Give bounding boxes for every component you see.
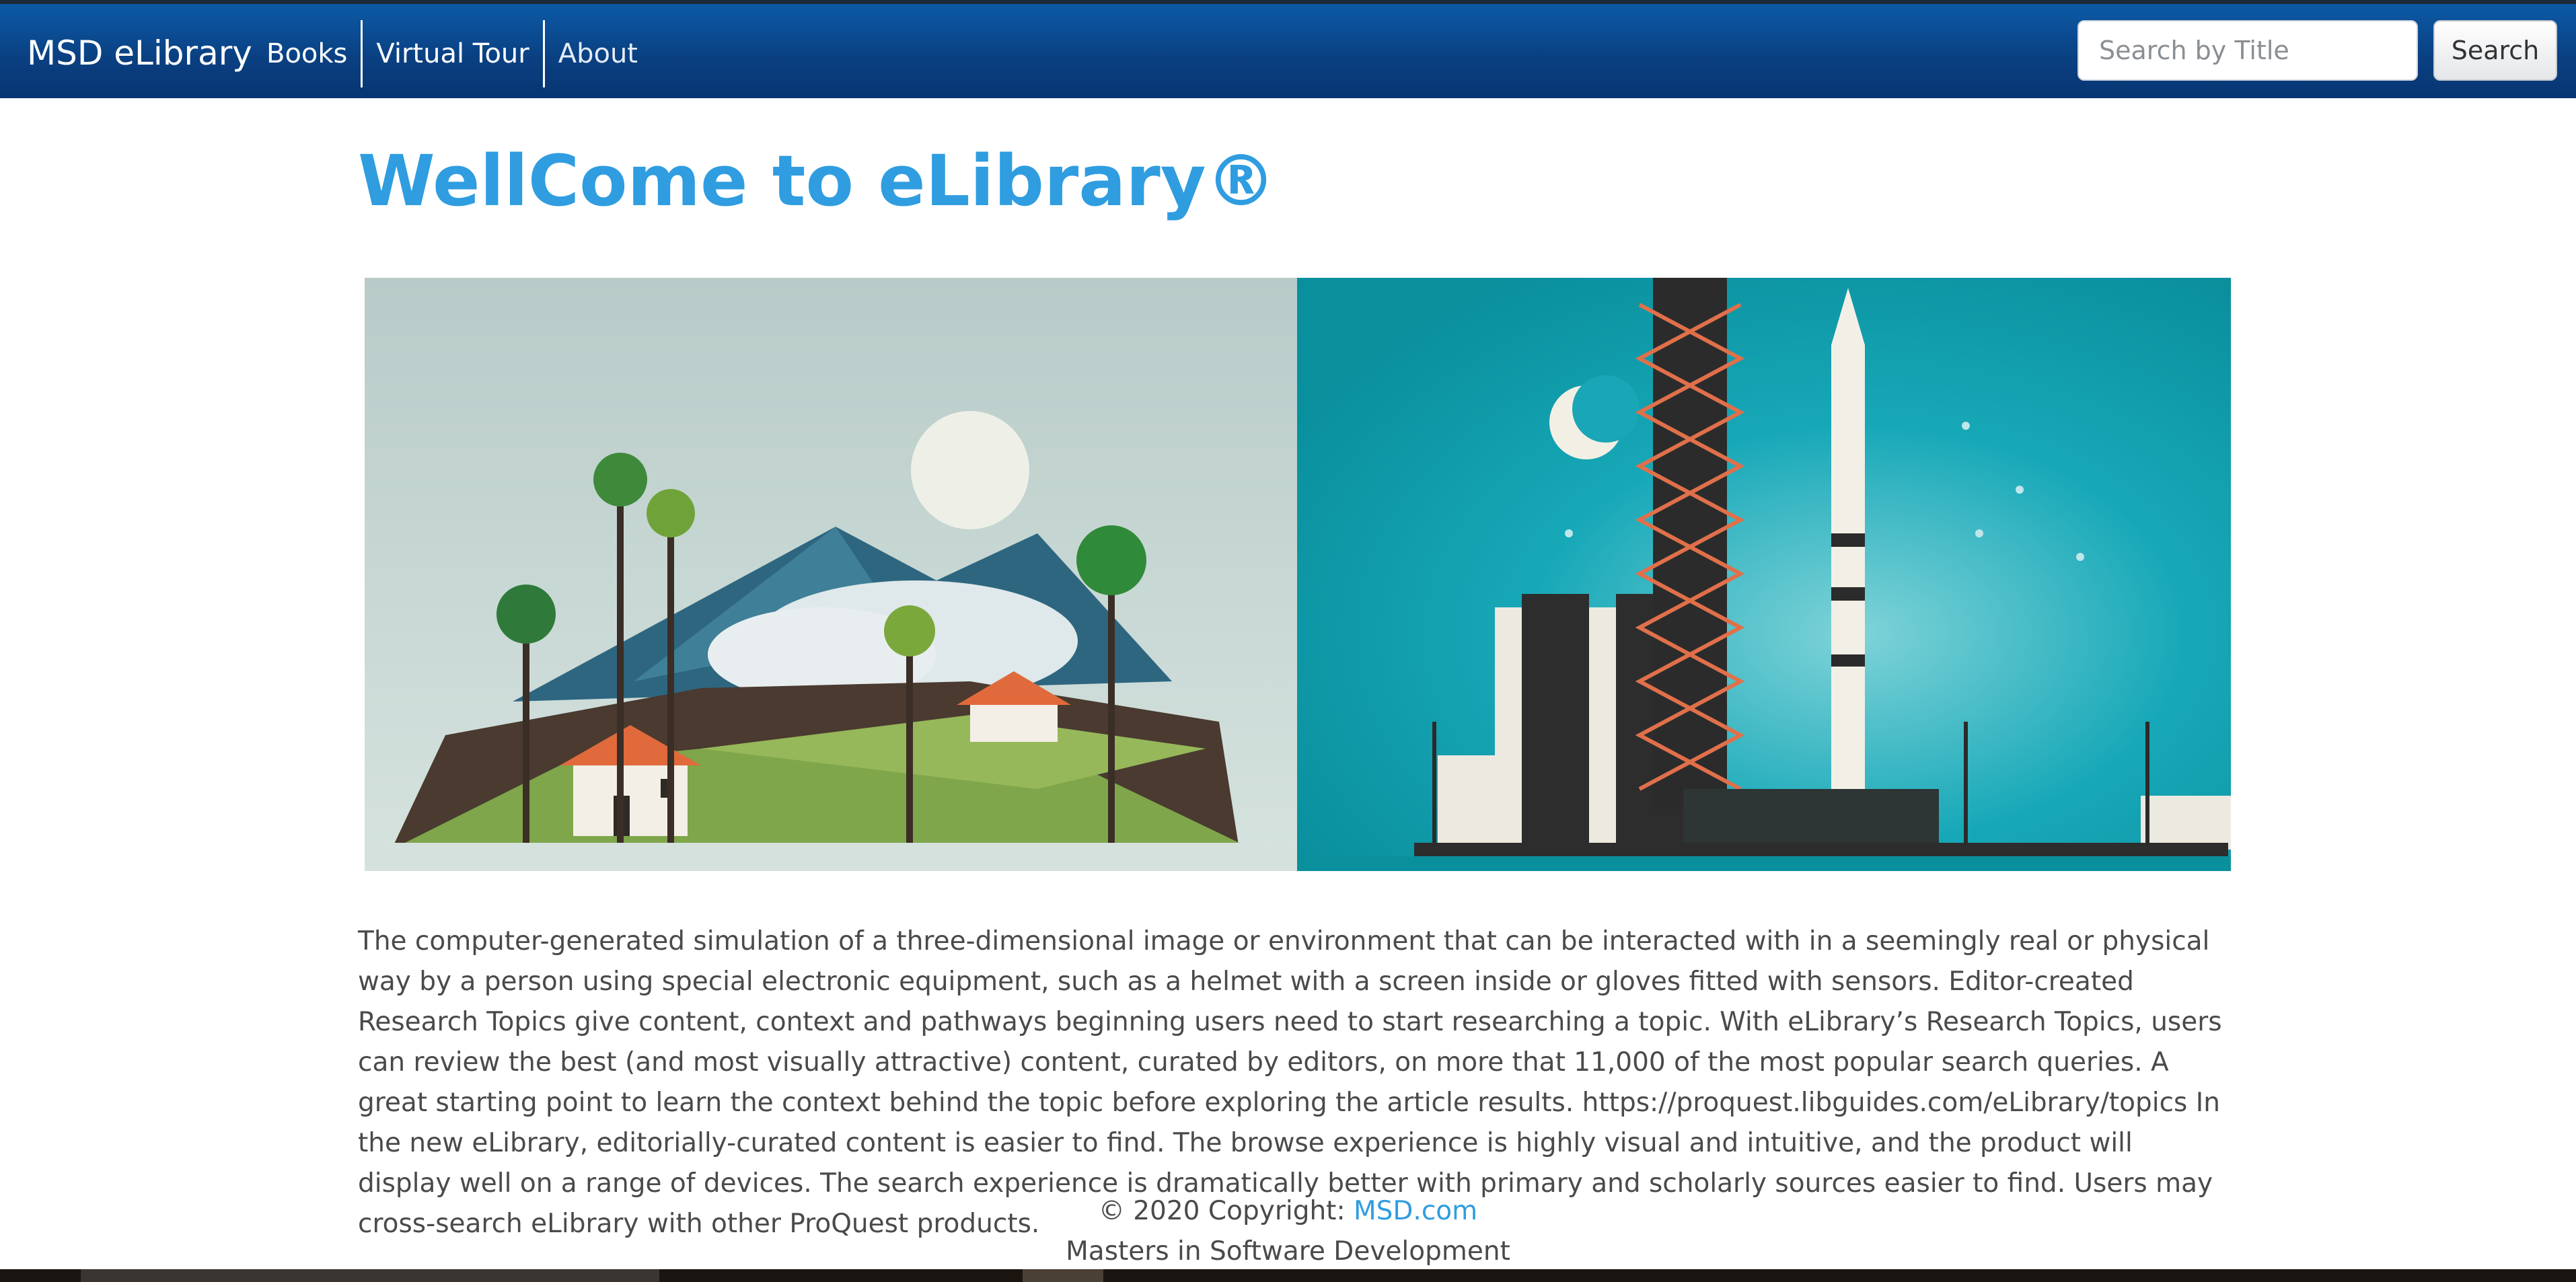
rocket-panel: [1297, 278, 2231, 871]
copyright-text: © 2020 Copyright:: [1098, 1196, 1354, 1226]
nav-link-books[interactable]: Books: [253, 20, 363, 87]
footer-copyright: © 2020 Copyright: MSD.com: [0, 1196, 2576, 1226]
hero-image: [365, 278, 2231, 871]
footer-tagline: Masters in Software Development: [1066, 1236, 1510, 1267]
page-title: WellCome to eLibrary®: [358, 140, 1276, 222]
search-input[interactable]: [2077, 20, 2418, 81]
taskbar-edge: [0, 1269, 2576, 1282]
copyright-link[interactable]: MSD.com: [1354, 1196, 1477, 1226]
sun: [911, 411, 1029, 529]
nav-links: Books Virtual Tour About: [253, 20, 651, 87]
brand-link[interactable]: MSD eLibrary: [27, 34, 252, 73]
search-button[interactable]: Search: [2433, 20, 2557, 81]
nav-link-virtual-tour[interactable]: Virtual Tour: [363, 20, 545, 87]
nav-link-about[interactable]: About: [545, 20, 651, 87]
